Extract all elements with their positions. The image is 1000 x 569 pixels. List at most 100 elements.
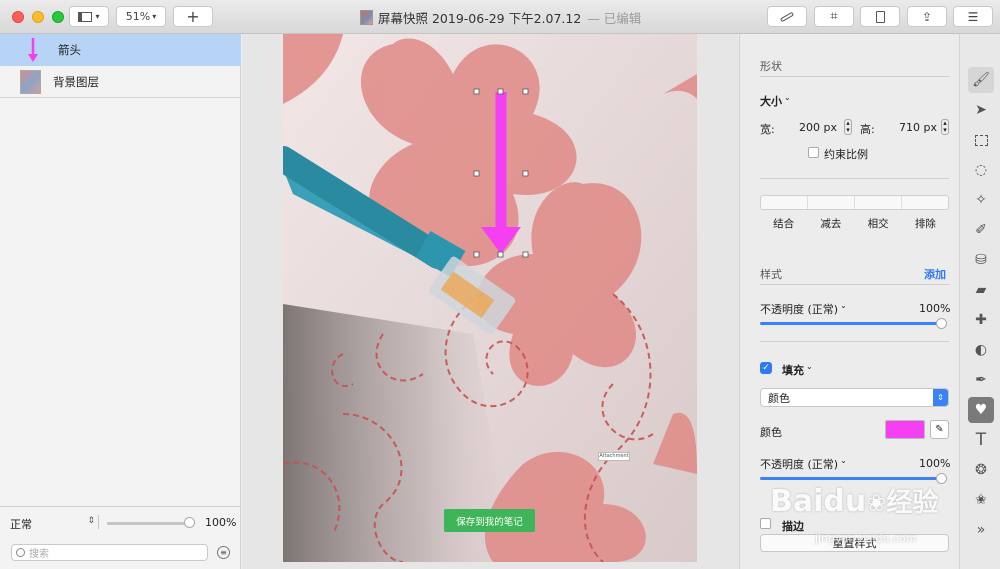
rect-select-icon[interactable]: [968, 127, 994, 153]
boolean-ops-bar: [760, 195, 949, 210]
minimize-window-button[interactable]: [32, 11, 44, 23]
blend-mode-value: 正常: [10, 518, 32, 531]
divider: [98, 515, 99, 529]
close-window-button[interactable]: [12, 11, 24, 23]
document-thumbnail-icon: [360, 10, 373, 25]
clone-icon[interactable]: ◐: [968, 337, 994, 363]
fabric-photo: [283, 34, 697, 562]
style-section-title: 样式: [760, 268, 782, 281]
opacity-slider[interactable]: [760, 322, 942, 325]
save-note-button[interactable]: 保存到我的笔记: [444, 509, 535, 532]
zoom-window-button[interactable]: [52, 11, 64, 23]
updown-chevron-icon: ⇕: [933, 389, 948, 406]
zoom-value: 51%: [125, 10, 151, 23]
opacity-mode-select[interactable]: 不透明度 (正常) ⌄: [760, 301, 847, 317]
bucket-icon[interactable]: ⛁: [968, 247, 994, 273]
opacity-label: 不透明度 (正常): [760, 303, 839, 316]
fill-opacity-slider[interactable]: [760, 477, 942, 480]
slider-knob[interactable]: [936, 318, 947, 329]
sidebar-toggle-button[interactable]: ▾: [69, 6, 109, 27]
chevron-down-icon: ⌄: [840, 301, 847, 310]
intersect-button[interactable]: 相交: [855, 216, 902, 231]
pen-icon[interactable]: ✒: [968, 367, 994, 393]
height-stepper[interactable]: ▴ ▾: [941, 119, 949, 135]
slider-knob[interactable]: [184, 517, 195, 528]
constrain-checkbox[interactable]: [808, 147, 819, 158]
height-label: 高:: [860, 123, 875, 136]
lasso-icon[interactable]: ◌: [968, 157, 994, 183]
fill-color-well[interactable]: [885, 420, 925, 439]
combine-icon[interactable]: [761, 196, 808, 209]
color-label: 颜色: [760, 426, 782, 439]
add-style-button[interactable]: 添加: [924, 266, 946, 282]
divider: [760, 76, 949, 77]
layer-row-arrow[interactable]: 箭头: [0, 34, 241, 66]
chevron-down-icon: ⌄: [840, 456, 847, 465]
fill-toggle[interactable]: 填充 ⌄: [782, 362, 813, 378]
fill-type-value: 颜色: [768, 391, 790, 405]
fill-checkbox[interactable]: ✓: [760, 362, 772, 374]
share-icon: ⇪: [921, 9, 933, 24]
brush-icon[interactable]: ✐: [968, 217, 994, 243]
width-stepper[interactable]: ▴ ▾: [844, 119, 852, 135]
blend-mode-select[interactable]: 正常 ⇕: [10, 516, 95, 532]
height-field[interactable]: 710 px: [899, 121, 937, 134]
divider: [760, 178, 949, 179]
heart-shape-icon[interactable]: ♥: [968, 397, 994, 423]
filter-icon[interactable]: ≡: [217, 546, 230, 559]
layer-search-input[interactable]: 搜索: [11, 544, 208, 561]
exclude-icon[interactable]: [902, 196, 948, 209]
fill-opacity-label: 不透明度 (正常): [760, 458, 839, 471]
chevron-down-icon: ▾: [152, 12, 157, 21]
magic-wand-icon[interactable]: ✧: [968, 187, 994, 213]
edited-status: — 已编辑: [587, 11, 642, 26]
image-canvas[interactable]: Attachment 保存到我的笔记: [283, 34, 697, 562]
intersect-icon[interactable]: [855, 196, 902, 209]
layer-opacity-value: 100%: [205, 516, 237, 529]
subtract-button[interactable]: 减去: [807, 216, 854, 231]
size-section-toggle[interactable]: 大小 ⌄: [760, 93, 791, 109]
markup-button[interactable]: [767, 6, 807, 27]
text-icon[interactable]: T: [968, 427, 994, 453]
tools-bar: 🖌 ➤ ◌ ✧ ✐ ⛁ ▰ ✚ ◐ ✒ ♥ T ❂ ✬ »: [959, 34, 1000, 569]
adjust-button[interactable]: ☰: [953, 6, 993, 27]
stroke-label: 描边: [782, 520, 804, 533]
chevron-down-icon: ⌄: [806, 362, 813, 371]
layer-name: 背景图层: [53, 74, 99, 89]
fill-opacity-mode-select[interactable]: 不透明度 (正常) ⌄: [760, 456, 847, 472]
eyedropper-icon[interactable]: ✎: [930, 420, 949, 439]
layer-row-background[interactable]: 背景图层: [0, 66, 241, 98]
bandage-icon[interactable]: ✚: [968, 307, 994, 333]
arrow-pointer-icon[interactable]: ➤: [968, 97, 994, 123]
width-label: 宽:: [760, 123, 775, 136]
crop-button[interactable]: ⌗: [814, 6, 854, 27]
color-adjust-icon[interactable]: ❂: [968, 457, 994, 483]
zoom-select[interactable]: 51% ▾: [116, 6, 166, 27]
layers-sidebar: 箭头 背景图层 正常 ⇕ 100% 搜索 ≡: [0, 34, 241, 569]
stroke-checkbox[interactable]: [760, 518, 771, 529]
add-button[interactable]: +: [173, 6, 213, 27]
more-icon[interactable]: »: [968, 517, 994, 543]
star-icon[interactable]: ✬: [968, 487, 994, 513]
plus-icon: +: [186, 7, 200, 26]
crop-icon: ⌗: [830, 9, 838, 24]
combine-button[interactable]: 结合: [760, 216, 807, 231]
exclude-button[interactable]: 排除: [902, 216, 949, 231]
search-placeholder: 搜索: [29, 549, 49, 560]
paint-bucket-icon[interactable]: 🖌: [968, 67, 994, 93]
layer-opacity-slider[interactable]: [107, 522, 190, 525]
window-title: 屏幕快照 2019-06-29 下午2.07.12 — 已编辑: [360, 8, 650, 27]
arrow-layer-thumbnail-icon: [28, 38, 38, 62]
fill-label: 填充: [782, 364, 804, 377]
watermark-url: jingyan.baidu.com: [815, 532, 917, 545]
eraser-icon[interactable]: ▰: [968, 277, 994, 303]
document-button[interactable]: [860, 6, 900, 27]
width-field[interactable]: 200 px: [799, 121, 837, 134]
watermark-brand: Baidu: [770, 484, 867, 519]
share-button[interactable]: ⇪: [907, 6, 947, 27]
attachment-label: Attachment: [598, 452, 630, 461]
updown-chevron-icon: ⇕: [87, 516, 95, 526]
subtract-icon[interactable]: [808, 196, 855, 209]
fill-type-select[interactable]: 颜色 ⇕: [760, 388, 949, 407]
document-icon: [875, 10, 885, 23]
